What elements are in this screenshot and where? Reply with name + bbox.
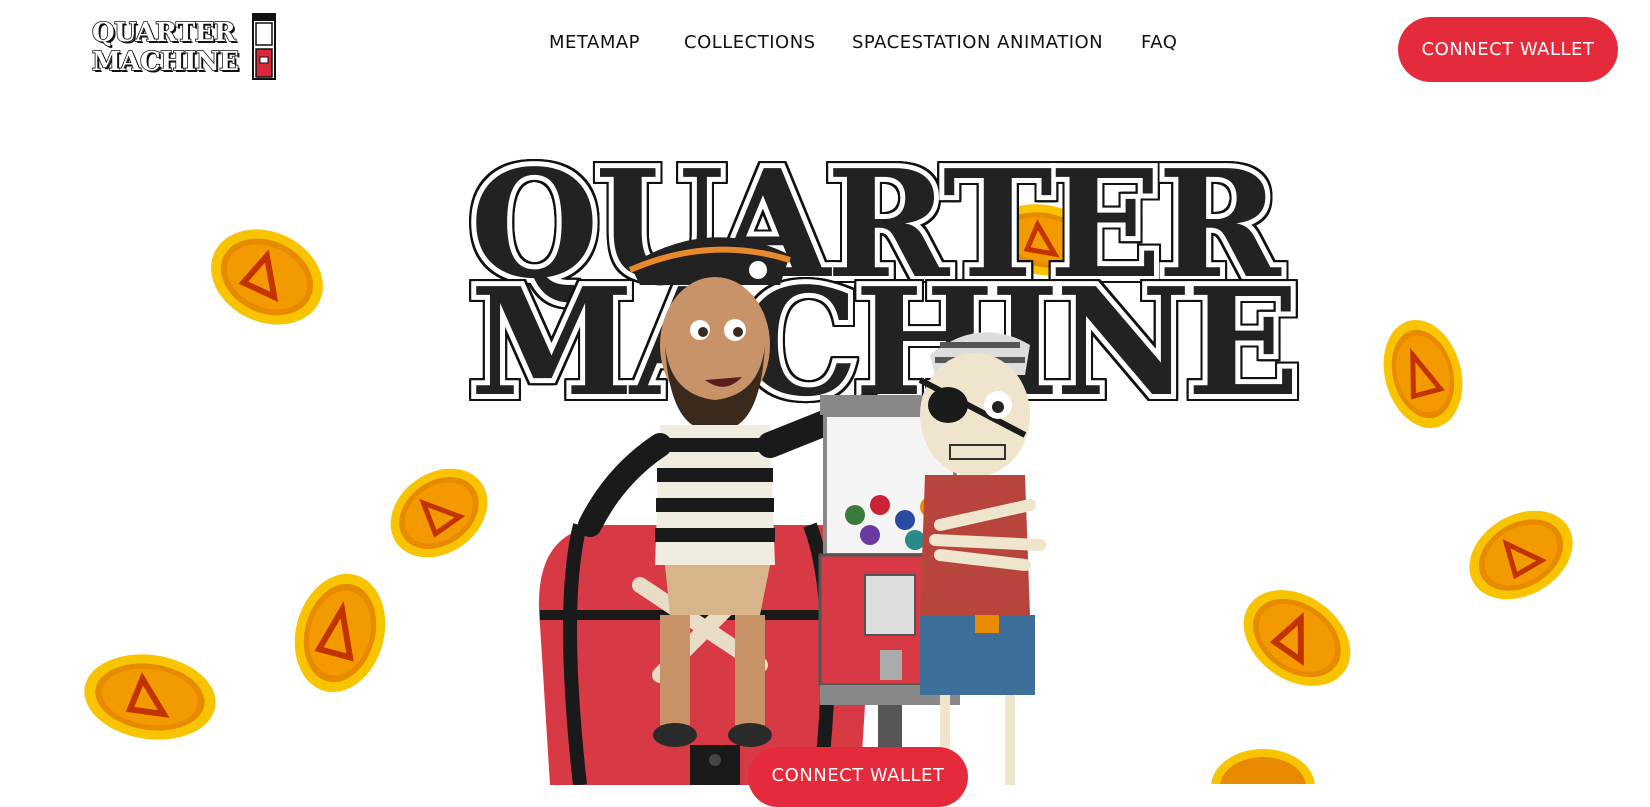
gold-coin-icon	[390, 468, 488, 558]
gold-coin-icon	[211, 229, 323, 325]
skeleton-character	[918, 332, 1046, 785]
nav-collections[interactable]: COLLECTIONS	[684, 32, 816, 53]
gold-coin-icon	[1383, 319, 1463, 429]
hero-illustration	[538, 237, 1046, 785]
gold-coin-icon	[84, 654, 216, 740]
site-header: QUARTER MACHINE METAMAP COLLECTIONS SPAC…	[0, 0, 1650, 100]
nav-spacestation-animation[interactable]: SPACESTATION ANIMATION	[852, 32, 1103, 53]
hero-connect-wallet-button[interactable]: CONNECT WALLET	[748, 747, 968, 807]
gold-coin-icon	[294, 573, 386, 693]
gold-coin-icon	[1211, 749, 1315, 784]
gold-coin-icon	[1243, 590, 1351, 686]
connect-wallet-button[interactable]: CONNECT WALLET	[1398, 17, 1618, 82]
nav-metamap[interactable]: METAMAP	[549, 32, 640, 53]
nav-faq[interactable]: FAQ	[1141, 32, 1177, 53]
gold-coin-icon	[1469, 510, 1573, 600]
